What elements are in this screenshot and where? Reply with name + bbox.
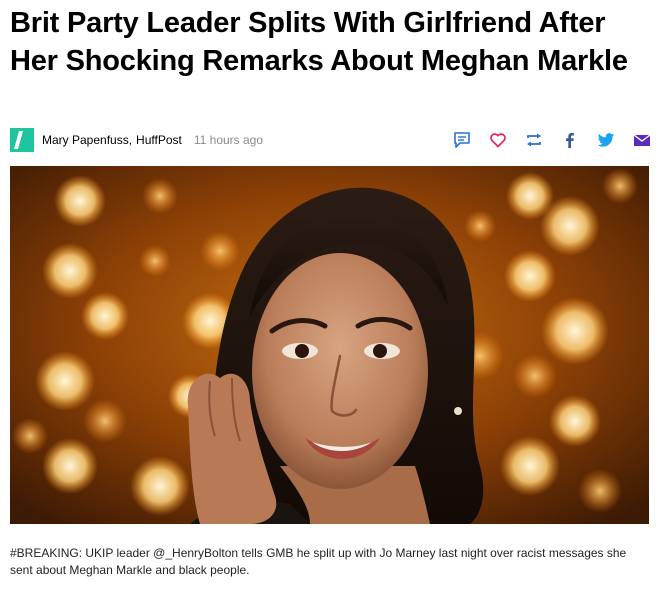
share-toolbar: [435, 131, 651, 149]
article-headline: Brit Party Leader Splits With Girlfriend…: [10, 7, 628, 77]
huffpost-logo-icon[interactable]: [10, 128, 34, 152]
portrait-image: [10, 166, 649, 524]
photo-caption: #BREAKING: UKIP leader @_HenryBolton tel…: [10, 546, 627, 577]
author-name[interactable]: Mary Papenfuss,: [42, 133, 132, 147]
heart-icon[interactable]: [489, 131, 507, 149]
twitter-icon[interactable]: [597, 131, 615, 149]
timestamp: 11 hours ago: [193, 133, 264, 147]
comment-icon[interactable]: [453, 131, 471, 149]
email-icon[interactable]: [633, 131, 651, 149]
facebook-icon[interactable]: [561, 131, 579, 149]
article-photo[interactable]: [10, 166, 649, 524]
repost-icon[interactable]: [525, 131, 543, 149]
outlet-name[interactable]: HuffPost: [136, 133, 182, 147]
byline: Mary Papenfuss, HuffPost 11 hours ago: [10, 126, 651, 154]
